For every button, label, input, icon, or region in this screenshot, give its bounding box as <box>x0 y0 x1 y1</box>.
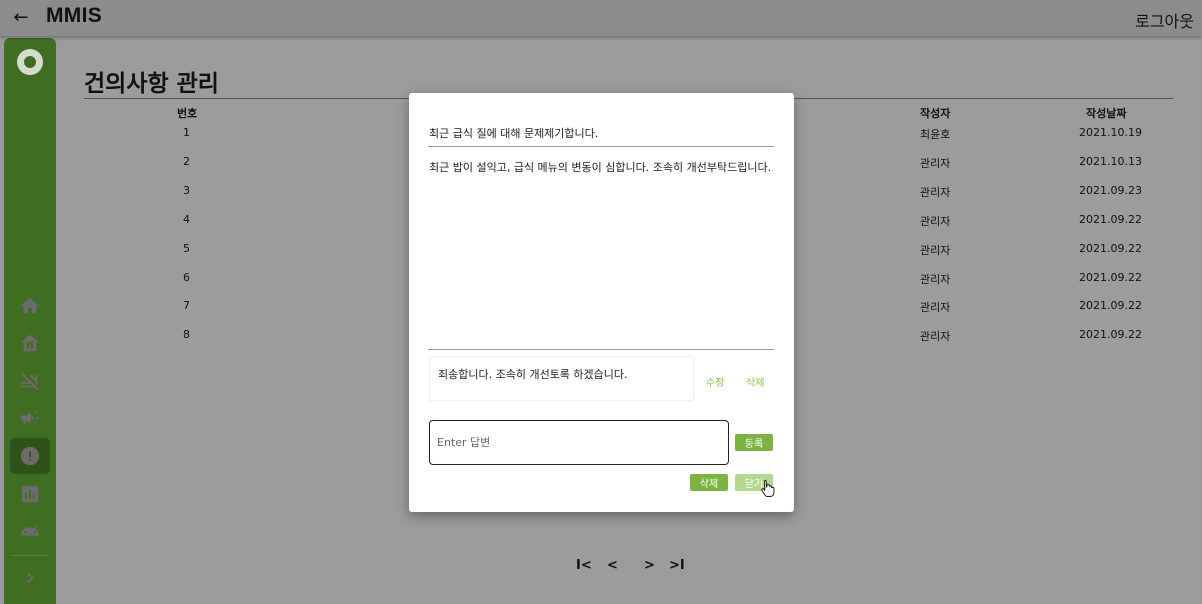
table-row-no[interactable]: 2 <box>183 155 190 168</box>
table-row-no[interactable]: 6 <box>183 271 190 284</box>
answer-input[interactable] <box>429 420 729 465</box>
bar-chart-icon[interactable] <box>16 480 44 508</box>
table-row-no[interactable]: 4 <box>183 213 190 226</box>
dialog-title: 최근 급식 질에 대해 문제제기합니다. <box>429 127 599 140</box>
logout-button[interactable]: 로그아웃 <box>1135 8 1194 32</box>
table-row-author[interactable]: 관리자 <box>920 299 950 315</box>
sidebar <box>4 38 56 604</box>
table-row-no[interactable]: 3 <box>183 184 190 197</box>
table-row-no[interactable]: 8 <box>183 328 190 341</box>
pagination-prev-button[interactable]: < <box>607 558 618 573</box>
pagination-next-button[interactable]: > <box>644 558 655 573</box>
campaign-icon[interactable] <box>16 404 44 432</box>
hand-pointer-icon <box>761 480 775 497</box>
table-row-author[interactable]: 관리자 <box>920 271 950 287</box>
home-icon[interactable] <box>16 292 44 320</box>
table-row-date[interactable]: 2021.09.23 <box>1079 184 1142 197</box>
table-row-no[interactable]: 1 <box>183 126 190 139</box>
sidebar-divider <box>12 555 48 556</box>
table-row-no[interactable]: 7 <box>183 299 190 312</box>
account-icon[interactable] <box>17 49 43 75</box>
column-header-no[interactable]: 번호 <box>177 105 197 121</box>
table-row-date[interactable]: 2021.09.22 <box>1079 328 1142 341</box>
table-row-date[interactable]: 2021.09.22 <box>1079 271 1142 284</box>
table-row-date[interactable]: 2021.09.22 <box>1079 242 1142 255</box>
chevron-right-icon[interactable] <box>16 564 44 592</box>
table-row-author[interactable]: 최윤호 <box>920 126 950 142</box>
pagination-first-button[interactable]: I< <box>576 558 592 573</box>
column-header-author[interactable]: 작성자 <box>920 105 950 121</box>
restaurant-house-icon[interactable] <box>16 329 44 357</box>
table-row-date[interactable]: 2021.09.22 <box>1079 213 1142 226</box>
dialog-body-text: 최근 밥이 설익고, 급식 메뉴의 변동이 심합니다. 조속히 개선부탁드립니다… <box>429 161 772 174</box>
android-icon[interactable] <box>16 517 44 545</box>
back-arrow-icon[interactable]: ← <box>10 7 32 29</box>
delete-button[interactable]: 삭제 <box>690 474 728 491</box>
dialog-body-divider <box>428 349 774 350</box>
no-food-icon[interactable] <box>16 367 44 395</box>
column-header-date[interactable]: 작성날짜 <box>1086 105 1126 121</box>
table-row-author[interactable]: 관리자 <box>920 328 950 344</box>
table-row-date[interactable]: 2021.10.13 <box>1079 155 1142 168</box>
app-bar: ← MMIS 로그아웃 <box>0 0 1202 36</box>
reply-edit-button[interactable]: 수정 <box>706 374 724 389</box>
table-row-author[interactable]: 관리자 <box>920 213 950 229</box>
dialog-title-divider <box>428 146 774 147</box>
page-title: 건의사항 관리 <box>84 71 219 97</box>
table-row-date[interactable]: 2021.10.19 <box>1079 126 1142 139</box>
table-row-author[interactable]: 관리자 <box>920 184 950 200</box>
table-row-no[interactable]: 5 <box>183 242 190 255</box>
register-button[interactable]: 등록 <box>735 434 773 451</box>
pagination-last-button[interactable]: >I <box>669 558 685 573</box>
suggestion-detail-dialog: 최근 급식 질에 대해 문제제기합니다. 최근 밥이 설익고, 급식 메뉴의 변… <box>409 93 794 512</box>
table-row-author[interactable]: 관리자 <box>920 242 950 258</box>
reply-text: 죄송합니다. 조속히 개선토록 하겠습니다. <box>429 356 694 401</box>
app-title: MMIS <box>46 4 103 27</box>
table-row-author[interactable]: 관리자 <box>920 155 950 171</box>
alert-circle-icon[interactable] <box>16 442 44 470</box>
reply-delete-button[interactable]: 삭제 <box>746 374 764 389</box>
table-row-date[interactable]: 2021.09.22 <box>1079 299 1142 312</box>
